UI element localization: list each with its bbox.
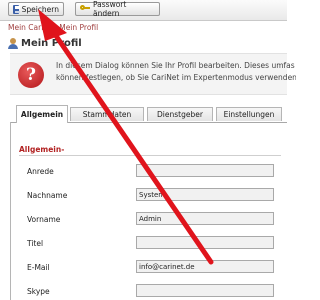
change-password-label: Passwort ändern bbox=[92, 0, 127, 18]
profile-form: Allgemein- Anrede Nachname Vorname Titel… bbox=[10, 122, 288, 300]
user-profile-icon bbox=[8, 37, 18, 49]
field-label-anrede: Anrede bbox=[27, 167, 54, 176]
save-button-label: Speichern bbox=[21, 4, 59, 14]
field-label-nachname: Nachname bbox=[27, 191, 68, 200]
section-collapse-marker[interactable]: - bbox=[61, 145, 64, 154]
tab-stammdaten[interactable]: Stammdaten bbox=[70, 107, 144, 121]
titel-field[interactable] bbox=[136, 236, 274, 249]
save-button[interactable]: Speichern bbox=[8, 2, 64, 16]
change-password-button[interactable]: Passwort ändern bbox=[75, 0, 160, 18]
tab-einstellungen[interactable]: Einstellungen bbox=[216, 107, 282, 121]
section-title: Allgemein- bbox=[19, 145, 64, 154]
info-text-line-1: In diesem Dialog können Sie Ihr Profil b… bbox=[56, 61, 295, 70]
info-text-line-2: können festlegen, ob Sie CariNet im Expe… bbox=[56, 73, 296, 82]
field-label-skype: Skype bbox=[27, 287, 50, 296]
email-field[interactable] bbox=[136, 260, 274, 273]
breadcrumb-root-link[interactable]: Mein CariN bbox=[8, 23, 49, 32]
info-box: ? In diesem Dialog können Sie Ihr Profil… bbox=[10, 53, 296, 95]
help-question-icon: ? bbox=[18, 62, 44, 88]
page-title: Mein Profil bbox=[21, 37, 82, 49]
tab-allgemein[interactable]: Allgemein bbox=[16, 105, 68, 123]
breadcrumb: Mein CariN > Mein Profil bbox=[8, 23, 98, 33]
vorname-field[interactable] bbox=[136, 212, 274, 225]
breadcrumb-separator: > bbox=[50, 23, 58, 32]
field-label-titel: Titel bbox=[27, 239, 44, 248]
tab-bar: Allgemein Stammdaten Dienstgeber Einstel… bbox=[10, 105, 287, 123]
info-text: In diesem Dialog können Sie Ihr Profil b… bbox=[56, 60, 296, 84]
field-label-vorname: Vorname bbox=[27, 215, 61, 224]
section-title-text: Allgemein bbox=[19, 145, 62, 154]
breadcrumb-current[interactable]: Mein Profil bbox=[59, 23, 98, 32]
page-header: Mein Profil bbox=[8, 37, 82, 49]
key-icon bbox=[80, 4, 90, 14]
save-icon bbox=[13, 4, 20, 14]
tab-dienstgeber[interactable]: Dienstgeber bbox=[147, 107, 213, 121]
nachname-field[interactable] bbox=[136, 188, 274, 201]
field-label-email: E-Mail bbox=[27, 263, 50, 272]
skype-field[interactable] bbox=[136, 284, 274, 297]
toolbar: Speichern Passwort ändern bbox=[0, 0, 287, 21]
section-divider bbox=[19, 155, 281, 156]
anrede-field[interactable] bbox=[136, 164, 274, 177]
